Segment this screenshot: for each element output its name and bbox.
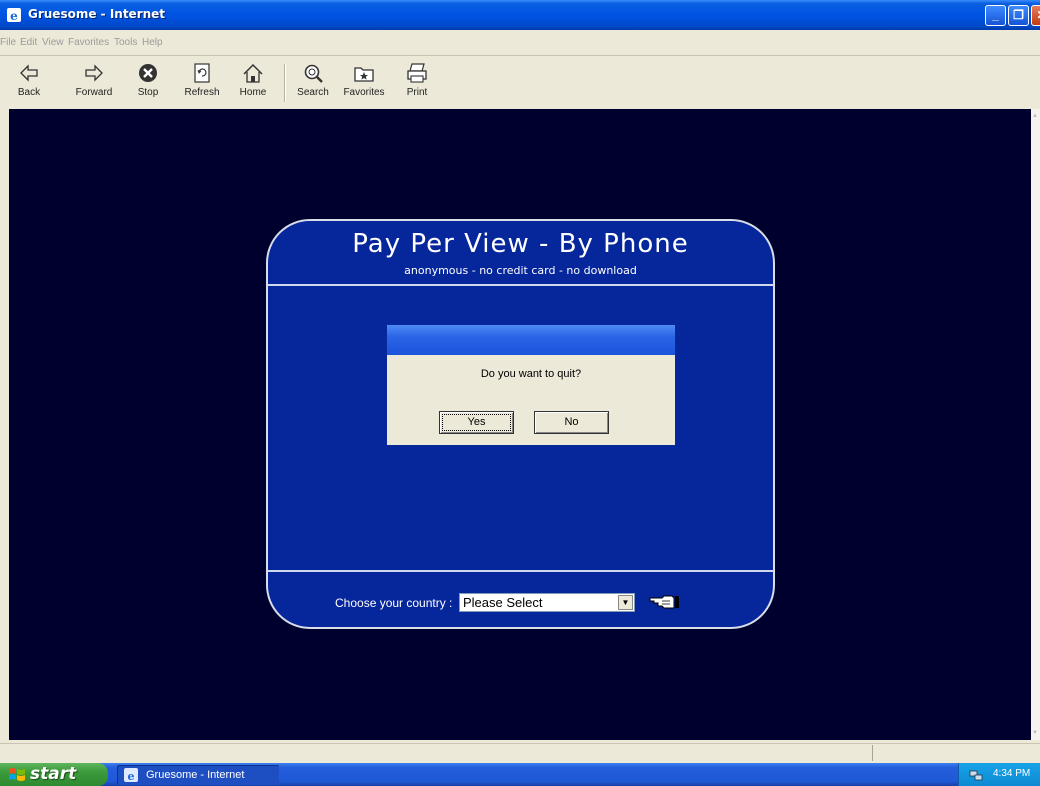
close-button[interactable]: ✕ — [1031, 5, 1040, 26]
start-label: start — [30, 764, 77, 784]
search-label: Search — [297, 87, 329, 98]
dialog-titlebar[interactable] — [387, 325, 675, 355]
search-button[interactable]: Search — [296, 62, 330, 98]
status-bar — [0, 743, 1040, 763]
country-select[interactable]: Please Select ▼ — [459, 593, 635, 612]
stop-button[interactable]: Stop — [134, 62, 162, 98]
network-icon[interactable] — [969, 768, 983, 782]
home-button[interactable]: Home — [236, 62, 270, 98]
print-label: Print — [406, 87, 428, 98]
scroll-up-icon[interactable]: ▲ — [1032, 112, 1039, 120]
ppv-title: Pay Per View - By Phone — [352, 229, 689, 259]
menu-view[interactable]: View — [42, 37, 64, 48]
favorites-button[interactable]: Favorites — [340, 62, 388, 98]
svg-text:e: e — [128, 770, 135, 782]
stop-label: Stop — [137, 87, 159, 98]
window-title: Gruesome - Internet — [28, 7, 166, 21]
search-icon — [304, 64, 323, 83]
quit-dialog: Do you want to quit? Yes No — [386, 324, 676, 446]
internet-explorer-icon: e — [124, 768, 138, 782]
back-button[interactable]: Back — [14, 62, 44, 98]
home-icon — [243, 63, 263, 83]
forward-button[interactable]: Forward — [72, 62, 116, 98]
back-label: Back — [17, 87, 41, 98]
no-button[interactable]: No — [534, 411, 609, 434]
status-divider — [872, 745, 873, 761]
forward-label: Forward — [75, 87, 113, 98]
refresh-icon — [194, 63, 210, 83]
favorites-icon — [354, 67, 374, 82]
taskbar-item-label: Gruesome - Internet — [146, 769, 245, 781]
scroll-down-icon[interactable]: ▼ — [1032, 729, 1039, 737]
minimize-button[interactable]: _ — [985, 5, 1006, 26]
toolbar: Back Forward Stop Refresh Home Search Fa… — [0, 56, 1040, 108]
start-button[interactable]: start — [0, 763, 108, 786]
chevron-down-icon[interactable]: ▼ — [618, 595, 633, 610]
home-label: Home — [239, 87, 267, 98]
system-tray: 4:34 PM — [958, 763, 1040, 786]
menu-favorites[interactable]: Favorites — [68, 37, 109, 48]
vertical-scrollbar[interactable]: ▲ ▼ — [1031, 109, 1040, 740]
clock: 4:34 PM — [993, 768, 1031, 779]
print-icon — [407, 63, 427, 83]
ppv-bottom-divider — [268, 570, 773, 572]
taskbar-item-browser[interactable]: e Gruesome - Internet — [117, 765, 279, 785]
menu-file[interactable]: File — [0, 37, 16, 48]
ppv-subtitle: anonymous - no credit card - no download — [404, 264, 637, 277]
print-button[interactable]: Print — [402, 62, 432, 98]
refresh-label: Refresh — [184, 87, 220, 98]
pointing-hand-icon — [649, 595, 679, 609]
refresh-button[interactable]: Refresh — [180, 62, 224, 98]
menu-bar: File Edit View Favorites Tools Help — [0, 36, 1040, 52]
ppv-top-divider — [268, 284, 773, 286]
dialog-message: Do you want to quit? — [480, 368, 582, 380]
window-titlebar[interactable]: e Gruesome - Internet _ ❐ ✕ — [0, 0, 1040, 30]
internet-explorer-icon: e — [7, 8, 21, 23]
windows-logo-icon — [9, 768, 25, 781]
forward-arrow-icon — [85, 64, 103, 82]
favorites-label: Favorites — [343, 87, 385, 98]
back-arrow-icon — [20, 64, 38, 82]
svg-text:e: e — [10, 9, 18, 23]
toolbar-separator — [284, 64, 286, 102]
yes-button[interactable]: Yes — [439, 411, 514, 434]
country-label: Choose your country : — [335, 596, 453, 610]
country-select-value: Please Select — [463, 595, 543, 610]
menu-help[interactable]: Help — [142, 37, 163, 48]
stop-icon — [139, 64, 157, 82]
menu-edit[interactable]: Edit — [20, 37, 37, 48]
menu-tools[interactable]: Tools — [114, 37, 137, 48]
maximize-button[interactable]: ❐ — [1008, 5, 1029, 26]
